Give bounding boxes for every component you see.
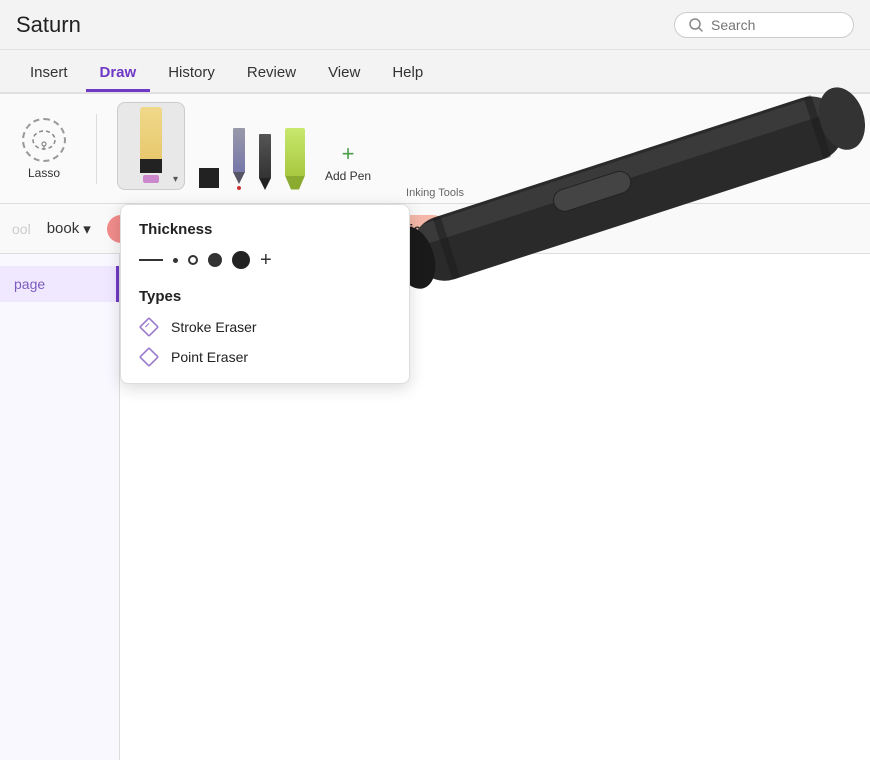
pen-collection: ▾ + Add Pen: [117, 104, 377, 194]
search-input[interactable]: [711, 17, 831, 33]
tab-help[interactable]: Help: [378, 58, 437, 92]
thickness-title: Thickness: [139, 221, 391, 238]
highlighter-pen[interactable]: [285, 120, 305, 190]
search-box[interactable]: [674, 12, 854, 38]
tab-history[interactable]: History: [154, 58, 229, 92]
app-title: Saturn: [16, 12, 674, 38]
highlighter-body: [285, 128, 305, 176]
stroke-eraser-icon: [139, 317, 159, 337]
gray-pencil[interactable]: [233, 128, 245, 190]
types-row: Stroke Eraser Point Eraser: [139, 317, 391, 367]
dark-pencil-tip: [259, 178, 271, 190]
add-pen-button[interactable]: + Add Pen: [319, 137, 377, 189]
thickness-option-md-container[interactable]: [188, 255, 198, 265]
point-eraser-label: Point Eraser: [171, 349, 248, 365]
notebook-selector[interactable]: book ▾: [39, 216, 99, 242]
types-title: Types: [139, 288, 391, 305]
thickness-dropdown: Thickness + Types Stroke Eraser: [120, 204, 410, 384]
stroke-eraser-label: Stroke Eraser: [171, 319, 257, 335]
eraser-top: [140, 107, 162, 159]
black-pen[interactable]: [199, 168, 219, 190]
thickness-option-xl[interactable]: [232, 251, 250, 269]
notebook-chevron-icon: ▾: [83, 220, 91, 238]
thickness-add-icon[interactable]: +: [260, 250, 272, 270]
inking-tools-label: Inking Tools: [406, 187, 464, 199]
dark-pencil[interactable]: [259, 134, 271, 190]
title-bar: Saturn: [0, 0, 870, 50]
add-pen-label: Add Pen: [325, 169, 371, 183]
eraser-dot: [143, 175, 159, 183]
ribbon-tabs: Insert Draw History Review View Help: [0, 50, 870, 94]
lasso-tool[interactable]: Lasso: [12, 112, 76, 186]
tab-insert[interactable]: Insert: [16, 58, 82, 92]
point-eraser-icon: [139, 347, 159, 367]
thickness-option-md[interactable]: [188, 255, 198, 265]
thickness-option-xs[interactable]: [139, 259, 163, 261]
toolbar-divider-1: [96, 114, 97, 184]
black-pen-body: [199, 168, 219, 188]
ribbon-toolbar: Lasso ▾: [0, 94, 870, 204]
chevron-down-icon: ▾: [173, 174, 178, 185]
selected-eraser-pen[interactable]: ▾: [117, 102, 185, 190]
sidebar-item-label: page: [14, 276, 45, 292]
gray-pencil-dot: [237, 186, 241, 190]
highlighter-tip: [285, 176, 305, 190]
tab-view[interactable]: View: [314, 58, 374, 92]
gray-pencil-tip: [233, 172, 245, 184]
thickness-row: +: [139, 250, 391, 270]
search-icon: [689, 18, 703, 32]
eraser-body: [140, 107, 162, 183]
thickness-option-lg[interactable]: [208, 253, 222, 267]
stroke-eraser-item[interactable]: Stroke Eraser: [139, 317, 391, 337]
sidebar-item-page[interactable]: page: [0, 266, 119, 302]
notebook-label: book: [47, 220, 80, 237]
dark-pencil-body: [259, 134, 271, 178]
lasso-icon: [22, 118, 66, 162]
thickness-option-sm[interactable]: [173, 258, 178, 263]
lasso-label: Lasso: [28, 166, 60, 180]
eraser-bottom: [140, 159, 162, 173]
add-pen-plus-icon: +: [342, 143, 355, 165]
tag-other[interactable]: W: [455, 215, 504, 243]
tab-draw[interactable]: Draw: [86, 58, 151, 92]
section-partial-text: ool: [12, 221, 31, 237]
tab-review[interactable]: Review: [233, 58, 310, 92]
sidebar: page: [0, 254, 120, 760]
gray-pencil-body: [233, 128, 245, 172]
point-eraser-item[interactable]: Point Eraser: [139, 347, 391, 367]
